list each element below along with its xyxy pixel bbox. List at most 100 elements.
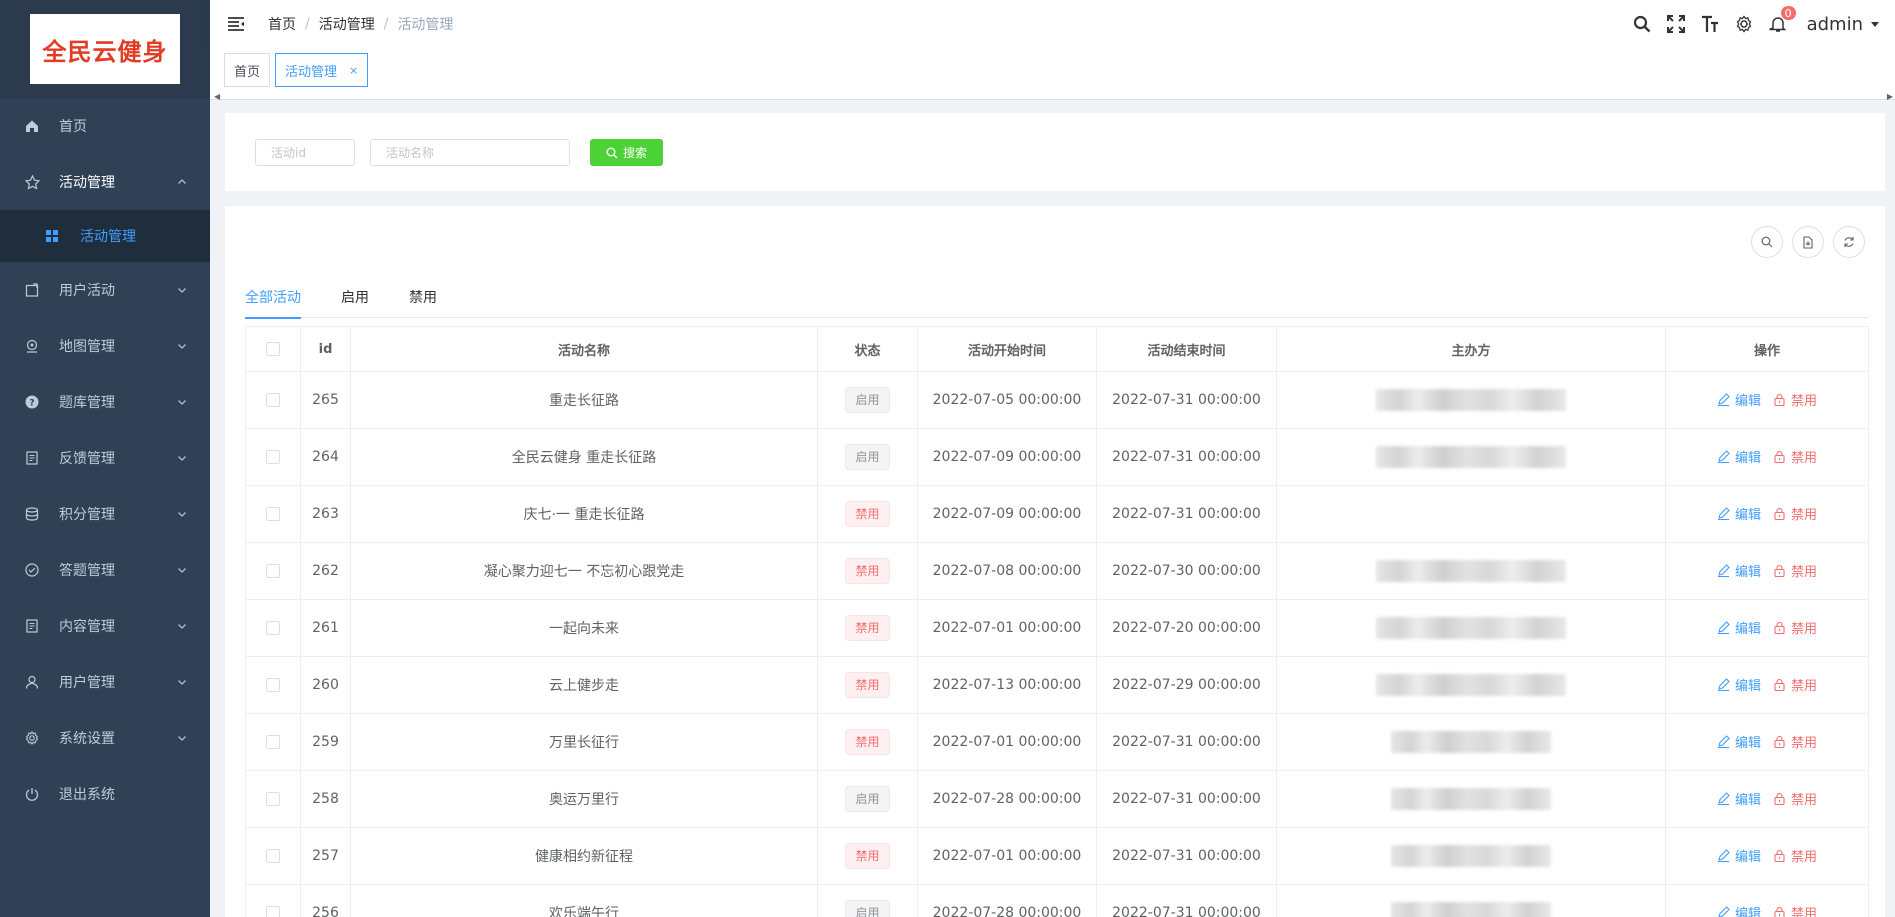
row-select-cell[interactable] (245, 884, 301, 917)
search-button[interactable]: 搜索 (590, 139, 663, 166)
row-checkbox[interactable] (266, 450, 280, 464)
logo-area: 全民云健身 (0, 0, 210, 98)
disable-button[interactable]: 禁用 (1773, 504, 1817, 523)
search-button-label: 搜索 (622, 146, 647, 160)
row-checkbox[interactable] (266, 735, 280, 749)
disable-label: 禁用 (1791, 565, 1818, 580)
row-select-cell[interactable] (245, 485, 301, 543)
logo[interactable]: 全民云健身 (30, 14, 180, 84)
tab-disabled[interactable]: 禁用 (409, 278, 437, 318)
activity-name-placeholder: 活动名称 (386, 146, 435, 160)
row-select-cell[interactable] (245, 599, 301, 657)
sidebar-item-label: 地图管理 (59, 339, 115, 355)
blurred-host (1376, 446, 1566, 468)
tag-activity-management[interactable]: 活动管理 × (275, 53, 369, 87)
fullscreen-icon[interactable] (1665, 13, 1687, 35)
edit-button[interactable]: 编辑 (1717, 675, 1761, 694)
settings-icon[interactable] (1733, 13, 1755, 35)
disable-button[interactable]: 禁用 (1773, 561, 1817, 580)
row-checkbox[interactable] (266, 507, 280, 521)
disable-button[interactable]: 禁用 (1773, 390, 1817, 409)
clipboard-icon (24, 282, 40, 298)
disable-button[interactable]: 禁用 (1773, 846, 1817, 865)
sidebar-item-10[interactable]: 系统设置 (0, 710, 210, 766)
sidebar-item-1[interactable]: 活动管理 (0, 154, 210, 210)
breadcrumb-separator: / (305, 16, 310, 32)
search-icon[interactable] (1631, 13, 1653, 35)
row-select-cell[interactable] (245, 770, 301, 828)
scroll-right-icon[interactable]: ▶ (1887, 92, 1893, 101)
row-select-cell[interactable] (245, 827, 301, 885)
breadcrumb-activity[interactable]: 活动管理 (319, 14, 375, 34)
row-select-cell[interactable] (245, 371, 301, 429)
row-select-cell[interactable] (245, 542, 301, 600)
row-checkbox[interactable] (266, 621, 280, 635)
header-select-all[interactable] (245, 326, 301, 372)
sidebar-item-7[interactable]: 答题管理 (0, 542, 210, 598)
disable-button[interactable]: 禁用 (1773, 732, 1817, 751)
disable-button[interactable]: 禁用 (1773, 675, 1817, 694)
tab-all[interactable]: 全部活动 (245, 278, 301, 319)
edit-button[interactable]: 编辑 (1717, 789, 1761, 808)
cell-start-time: 2022-07-13 00:00:00 (917, 656, 1097, 714)
status-badge: 禁用 (845, 615, 890, 641)
row-checkbox[interactable] (266, 906, 280, 917)
sidebar-item-5[interactable]: 反馈管理 (0, 430, 210, 486)
sidebar-item-0[interactable]: 首页 (0, 98, 210, 154)
font-size-icon[interactable] (1699, 13, 1721, 35)
edit-button[interactable]: 编辑 (1717, 561, 1761, 580)
edit-label: 编辑 (1734, 565, 1761, 580)
row-select-cell[interactable] (245, 713, 301, 771)
edit-button[interactable]: 编辑 (1717, 903, 1761, 917)
tag-close-icon[interactable]: × (349, 64, 358, 77)
breadcrumb-home[interactable]: 首页 (268, 14, 296, 34)
select-all-checkbox[interactable] (266, 342, 280, 356)
header-name: 活动名称 (350, 326, 818, 372)
export-button[interactable] (1792, 226, 1824, 258)
tab-enabled[interactable]: 启用 (341, 278, 369, 318)
disable-button[interactable]: 禁用 (1773, 618, 1817, 637)
edit-button[interactable]: 编辑 (1717, 846, 1761, 865)
sidebar-item-9[interactable]: 用户管理 (0, 654, 210, 710)
row-checkbox[interactable] (266, 849, 280, 863)
user-dropdown[interactable]: admin (1807, 14, 1879, 35)
disable-button[interactable]: 禁用 (1773, 789, 1817, 808)
scroll-left-icon[interactable]: ◀ (214, 92, 220, 101)
row-select-cell[interactable] (245, 428, 301, 486)
cell-start-time: 2022-07-01 00:00:00 (917, 713, 1097, 771)
toggle-search-button[interactable] (1751, 226, 1783, 258)
cell-end-time: 2022-07-30 00:00:00 (1096, 542, 1277, 600)
row-checkbox[interactable] (266, 678, 280, 692)
edit-button[interactable]: 编辑 (1717, 447, 1761, 466)
sidebar-item-3[interactable]: 地图管理 (0, 318, 210, 374)
lock-icon (1774, 564, 1785, 577)
activity-name-input[interactable]: 活动名称 (370, 139, 570, 166)
refresh-button[interactable] (1833, 226, 1865, 258)
activity-id-input[interactable]: 活动id (255, 139, 355, 166)
disable-button[interactable]: 禁用 (1773, 903, 1817, 917)
cell-end-time: 2022-07-31 00:00:00 (1096, 770, 1277, 828)
row-checkbox[interactable] (266, 792, 280, 806)
cell-actions: 编辑 禁用 (1665, 542, 1869, 600)
sidebar-item-6[interactable]: 积分管理 (0, 486, 210, 542)
tag-home[interactable]: 首页 (224, 53, 271, 87)
sidebar-item-2[interactable]: 用户活动 (0, 262, 210, 318)
hamburger-icon[interactable] (226, 14, 246, 34)
sidebar-subitem-activity-management[interactable]: 活动管理 (0, 210, 210, 262)
row-select-cell[interactable] (245, 656, 301, 714)
edit-button[interactable]: 编辑 (1717, 390, 1761, 409)
edit-button[interactable]: 编辑 (1717, 618, 1761, 637)
cell-actions: 编辑 禁用 (1665, 428, 1869, 486)
bell-icon[interactable]: 0 (1767, 5, 1797, 35)
row-checkbox[interactable] (266, 393, 280, 407)
row-checkbox[interactable] (266, 564, 280, 578)
edit-button[interactable]: 编辑 (1717, 504, 1761, 523)
disable-label: 禁用 (1791, 508, 1818, 523)
cell-status: 禁用 (817, 827, 918, 885)
sidebar-item-8[interactable]: 内容管理 (0, 598, 210, 654)
sidebar-item-4[interactable]: ? 题库管理 (0, 374, 210, 430)
disable-button[interactable]: 禁用 (1773, 447, 1817, 466)
cell-name: 一起向未来 (350, 599, 818, 657)
edit-button[interactable]: 编辑 (1717, 732, 1761, 751)
sidebar-item-11[interactable]: 退出系统 (0, 766, 210, 822)
